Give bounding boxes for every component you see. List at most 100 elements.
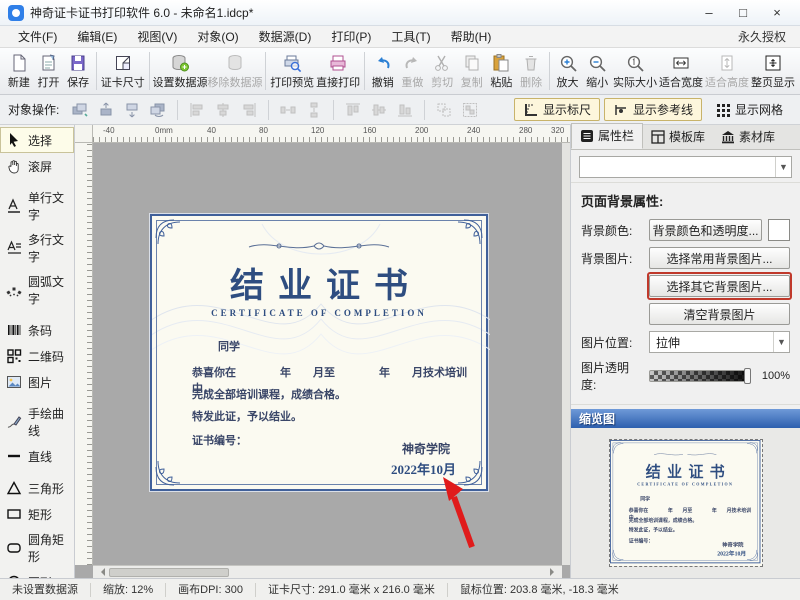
set-datasource-button[interactable]: 设置数据源 — [152, 51, 207, 92]
undo-button[interactable]: 撤销 — [368, 51, 398, 92]
page-thumbnail[interactable]: 结业证书 CERTIFICATE OF COMPLETION 同学 恭喜你在 年… — [610, 440, 762, 566]
tool-arc-text[interactable]: 圆弧文字 — [0, 269, 74, 311]
certificate-issuer: 神奇学院 — [402, 440, 450, 457]
direct-print-icon — [328, 53, 348, 73]
qrcode-icon — [5, 347, 23, 365]
opacity-slider-handle[interactable] — [744, 368, 751, 384]
full-page-button[interactable]: 整页显示 — [750, 51, 796, 92]
copy-button[interactable]: 复制 — [457, 51, 487, 92]
certificate-page[interactable]: 结业证书 CERTIFICATE OF COMPLETION 同学 恭喜你在 年… — [150, 214, 488, 491]
object-operations-label: 对象操作: — [8, 101, 59, 118]
tool-barcode[interactable]: 条码 — [0, 317, 74, 343]
certificate-body-line: 完成全部培训课程，成绩合格。 — [192, 386, 346, 402]
fit-height-button[interactable]: 适合高度 — [704, 51, 750, 92]
actual-size-button[interactable]: 实际大小 — [612, 51, 658, 92]
object-selector-dropdown[interactable]: ▼ — [579, 156, 792, 178]
send-to-back-icon[interactable] — [147, 99, 169, 121]
template-library-icon — [651, 130, 665, 144]
menu-object[interactable]: 对象(O) — [187, 26, 248, 47]
tool-pan[interactable]: 滚屏 — [0, 153, 74, 179]
show-guides-toggle[interactable]: 显示参考线 — [604, 98, 702, 121]
zoom-in-button[interactable]: 放大 — [553, 51, 583, 92]
chevron-down-icon: ▼ — [773, 332, 789, 352]
delete-button[interactable]: 删除 — [516, 51, 546, 92]
ruler-label: 280 — [519, 126, 532, 135]
align-top-icon[interactable] — [342, 99, 364, 121]
opacity-slider[interactable] — [649, 370, 750, 382]
print-preview-button[interactable]: 打印预览 — [269, 51, 315, 92]
send-backward-icon[interactable] — [121, 99, 143, 121]
menu-view[interactable]: 视图(V) — [127, 26, 187, 47]
remove-datasource-button[interactable]: 移除数据源 — [207, 51, 262, 92]
tool-image[interactable]: 图片 — [0, 369, 74, 395]
minimize-button[interactable]: – — [694, 3, 724, 23]
multi-line-text-icon — [5, 239, 23, 257]
distribute-v-icon[interactable] — [303, 99, 325, 121]
opacity-value: 100% — [756, 370, 790, 382]
main-area: 选择 滚屏 单行文字 多行文字 圆弧文字 条码 二维码 图 — [0, 125, 800, 578]
objectbar-separator — [268, 100, 269, 120]
save-button[interactable]: 保存 — [63, 51, 93, 92]
show-grid-toggle[interactable]: 显示网格 — [706, 98, 792, 121]
zoom-out-button[interactable]: 缩小 — [582, 51, 612, 92]
tool-rounded-rectangle[interactable]: 圆角矩形 — [0, 527, 74, 569]
tool-select[interactable]: 选择 — [0, 127, 74, 153]
cut-icon — [432, 53, 452, 73]
bring-to-front-icon[interactable] — [69, 99, 91, 121]
menu-edit[interactable]: 编辑(E) — [67, 26, 127, 47]
align-bottom-icon[interactable] — [394, 99, 416, 121]
choose-other-bg-button[interactable]: 选择其它背景图片... — [649, 275, 790, 297]
bg-color-button[interactable]: 背景颜色和透明度... — [649, 219, 762, 241]
menu-tools[interactable]: 工具(T) — [381, 26, 440, 47]
clear-bg-button[interactable]: 清空背景图片 — [649, 303, 790, 325]
align-left-icon[interactable] — [186, 99, 208, 121]
show-ruler-toggle[interactable]: 显示标尺 — [514, 98, 600, 121]
align-right-icon[interactable] — [238, 99, 260, 121]
tab-materials[interactable]: 素材库 — [713, 125, 783, 149]
align-middle-icon[interactable] — [368, 99, 390, 121]
choose-common-bg-button[interactable]: 选择常用背景图片... — [649, 247, 790, 269]
direct-print-button[interactable]: 直接打印 — [315, 51, 361, 92]
design-canvas[interactable]: 结业证书 CERTIFICATE OF COMPLETION 同学 恭喜你在 年… — [93, 143, 562, 565]
horizontal-scrollbar[interactable] — [93, 565, 562, 578]
vertical-scrollbar[interactable] — [562, 143, 570, 565]
close-button[interactable]: × — [762, 3, 792, 23]
certificate-salutation: 同学 — [218, 338, 240, 354]
redo-button[interactable]: 重做 — [398, 51, 428, 92]
tab-templates[interactable]: 模板库 — [643, 125, 713, 149]
paste-button[interactable]: 粘贴 — [487, 51, 517, 92]
bg-color-swatch[interactable] — [768, 219, 790, 241]
menu-datasource[interactable]: 数据源(D) — [249, 26, 322, 47]
tool-line[interactable]: 直线 — [0, 443, 74, 469]
menu-file[interactable]: 文件(F) — [8, 26, 67, 47]
tool-multi-line-text[interactable]: 多行文字 — [0, 227, 74, 269]
same-size-icon[interactable] — [433, 99, 455, 121]
distribute-h-icon[interactable] — [277, 99, 299, 121]
zoom-out-icon — [587, 53, 607, 73]
tool-rectangle[interactable]: 矩形 — [0, 501, 74, 527]
tool-triangle[interactable]: 三角形 — [0, 475, 74, 501]
tool-single-line-text[interactable]: 单行文字 — [0, 185, 74, 227]
image-position-select[interactable]: 拉伸 ▼ — [649, 331, 790, 353]
ruler-label: 160 — [363, 126, 376, 135]
choose-other-bg-row: 选择其它背景图片... — [571, 272, 800, 300]
tool-freehand-curve[interactable]: 手绘曲线 — [0, 401, 74, 443]
bring-forward-icon[interactable] — [95, 99, 117, 121]
group-icon[interactable] — [459, 99, 481, 121]
card-size-button[interactable]: 证卡尺寸 — [100, 51, 146, 92]
fit-width-button[interactable]: 适合宽度 — [658, 51, 704, 92]
tool-qrcode[interactable]: 二维码 — [0, 343, 74, 369]
cut-button[interactable]: 剪切 — [427, 51, 457, 92]
guides-icon — [613, 102, 629, 118]
align-center-h-icon[interactable] — [212, 99, 234, 121]
tab-properties[interactable]: 属性栏 — [571, 123, 643, 149]
maximize-button[interactable]: □ — [728, 3, 758, 23]
scroll-right-icon[interactable] — [550, 568, 558, 576]
scroll-left-icon[interactable] — [97, 568, 105, 576]
horizontal-ruler: -40 0mm 40 80 120 160 200 240 280 320 — [93, 125, 570, 143]
menu-print[interactable]: 打印(P) — [321, 26, 381, 47]
open-button[interactable]: 打开 — [34, 51, 64, 92]
menu-help[interactable]: 帮助(H) — [441, 26, 502, 47]
new-button[interactable]: 新建 — [4, 51, 34, 92]
scroll-thumb[interactable] — [109, 568, 229, 577]
